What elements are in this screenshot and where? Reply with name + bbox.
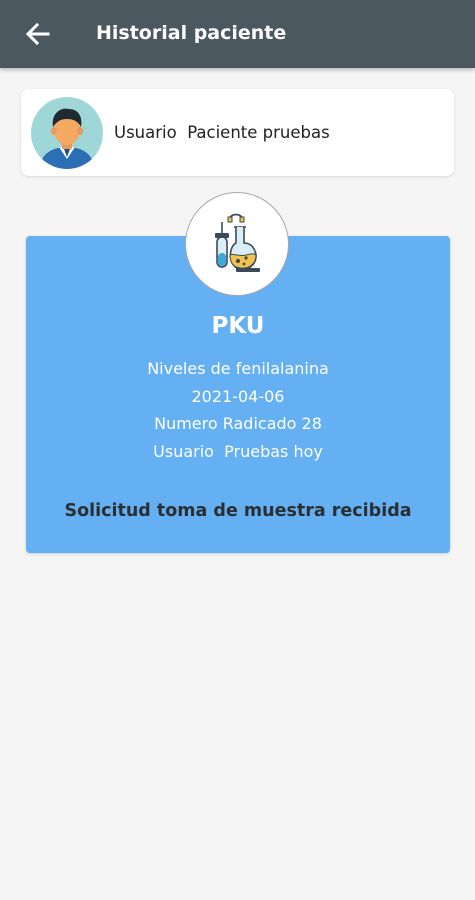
test-date: 2021-04-06 [191,387,285,406]
avatar [31,97,103,169]
back-button[interactable] [20,16,56,52]
app-bar: Historial paciente [0,0,475,68]
test-usuario: Usuario Pruebas hoy [153,442,323,461]
user-avatar-icon [31,97,103,169]
user-name: Usuario Paciente pruebas [114,123,330,142]
page-title: Historial paciente [96,22,287,44]
lab-flask-icon [215,213,260,272]
test-description: Niveles de fenilalanina [147,359,329,378]
arrow-left-icon [25,22,50,46]
user-card[interactable]: Usuario Paciente pruebas [21,89,454,176]
test-icon-circle [185,192,289,296]
status-text: Solicitud toma de muestra recibida [64,501,412,521]
test-radicado: Numero Radicado 28 [154,414,322,433]
test-name: PKU [211,313,265,339]
